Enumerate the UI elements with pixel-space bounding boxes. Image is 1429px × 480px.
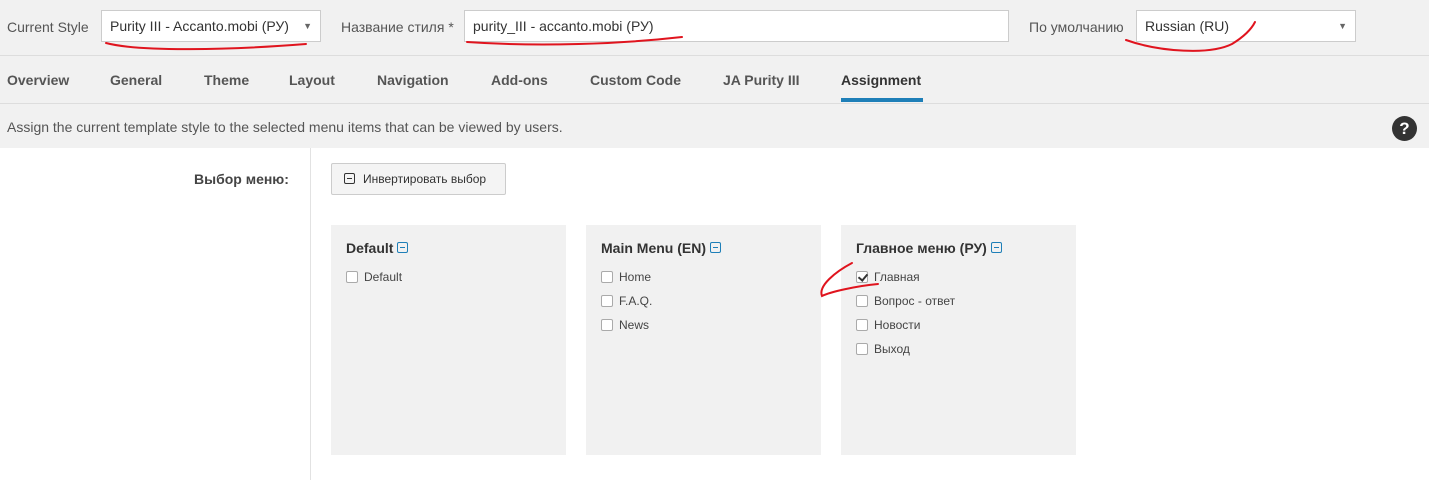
current-style-label: Current Style: [7, 19, 89, 35]
tab-assignment[interactable]: Assignment: [841, 72, 921, 88]
checkbox[interactable]: [856, 294, 868, 307]
template-style-header: Current Style Purity III - Accanto.mobi …: [0, 0, 1429, 56]
label-column: [0, 148, 311, 480]
menu-item-label: Default: [364, 270, 403, 284]
checkbox[interactable]: [856, 318, 868, 331]
menu-box-main-menu-en: Main Menu (EN) Home F.A.Q. News: [586, 225, 821, 455]
menu-item-glavnaya[interactable]: Главная: [856, 270, 920, 284]
menu-item-label: Home: [619, 270, 652, 284]
invert-selection-label: Инвертировать выбор: [363, 172, 487, 186]
checkbox[interactable]: [601, 318, 613, 331]
tab-description: Assign the current template style to the…: [7, 119, 563, 135]
caret-down-icon: ▼: [1338, 21, 1347, 31]
menu-title-text: Main Menu (EN): [601, 240, 706, 256]
minus-square-icon[interactable]: [397, 241, 409, 253]
menu-item-label: Главная: [874, 270, 920, 284]
style-name-input[interactable]: purity_III - accanto.mobi (РУ): [464, 10, 1009, 42]
default-language-value: Russian (RU): [1145, 18, 1230, 34]
style-name-label: Название стиля *: [341, 19, 454, 35]
checkbox[interactable]: [601, 294, 613, 307]
tab-custom-code[interactable]: Custom Code: [590, 72, 681, 88]
menu-title: Главное меню (РУ): [856, 240, 1002, 256]
menu-item-label: F.A.Q.: [619, 294, 653, 308]
menu-title-text: Default: [346, 240, 394, 256]
caret-down-icon: ▼: [303, 21, 312, 31]
menu-item-vopros-otvet[interactable]: Вопрос - ответ: [856, 294, 955, 308]
invert-selection-button[interactable]: Инвертировать выбор: [331, 163, 506, 195]
checkbox[interactable]: [856, 342, 868, 355]
current-style-value: Purity III - Accanto.mobi (РУ): [110, 18, 289, 34]
menu-item-news[interactable]: News: [601, 318, 649, 332]
minus-square-icon[interactable]: [990, 241, 1002, 253]
menu-item-default[interactable]: Default: [346, 270, 402, 284]
menu-item-novosti[interactable]: Новости: [856, 318, 920, 332]
checkbox[interactable]: [601, 270, 613, 283]
menu-item-label: Выход: [874, 342, 910, 356]
help-icon[interactable]: ?: [1392, 116, 1417, 141]
menu-box-main-menu-ru: Главное меню (РУ) Главная Вопрос - ответ…: [841, 225, 1076, 455]
tab-navigation[interactable]: Navigation: [377, 72, 449, 88]
tab-overview[interactable]: Overview: [7, 72, 69, 88]
tab-layout[interactable]: Layout: [289, 72, 335, 88]
checkbox[interactable]: [346, 270, 358, 283]
tab-description-bar: Assign the current template style to the…: [0, 104, 1429, 148]
menu-selection-label: Выбор меню:: [194, 171, 289, 187]
tab-theme[interactable]: Theme: [204, 72, 249, 88]
settings-tabs: Overview General Theme Layout Navigation…: [0, 56, 1429, 104]
minus-square-icon: [344, 173, 355, 184]
menu-item-label: Новости: [874, 318, 921, 332]
menu-item-label: News: [619, 318, 650, 332]
menu-item-vyhod[interactable]: Выход: [856, 342, 910, 356]
active-tab-indicator: [841, 98, 923, 102]
menu-item-faq[interactable]: F.A.Q.: [601, 294, 652, 308]
current-style-select[interactable]: Purity III - Accanto.mobi (РУ) ▼: [101, 10, 321, 42]
default-label: По умолчанию: [1029, 19, 1124, 35]
menu-title: Main Menu (EN): [601, 240, 721, 256]
tab-add-ons[interactable]: Add-ons: [491, 72, 548, 88]
menu-item-label: Вопрос - ответ: [874, 294, 956, 308]
menu-title: Default: [346, 240, 409, 256]
menu-item-home[interactable]: Home: [601, 270, 651, 284]
minus-square-icon[interactable]: [710, 241, 721, 253]
checkbox-checked[interactable]: [856, 270, 868, 283]
menu-title-text: Главное меню (РУ): [856, 240, 987, 256]
default-language-select[interactable]: Russian (RU) ▼: [1136, 10, 1356, 42]
tab-general[interactable]: General: [110, 72, 162, 88]
style-name-value: purity_III - accanto.mobi (РУ): [473, 18, 654, 34]
tab-ja-purity-iii[interactable]: JA Purity III: [723, 72, 800, 88]
menu-box-default: Default Default: [331, 225, 566, 455]
